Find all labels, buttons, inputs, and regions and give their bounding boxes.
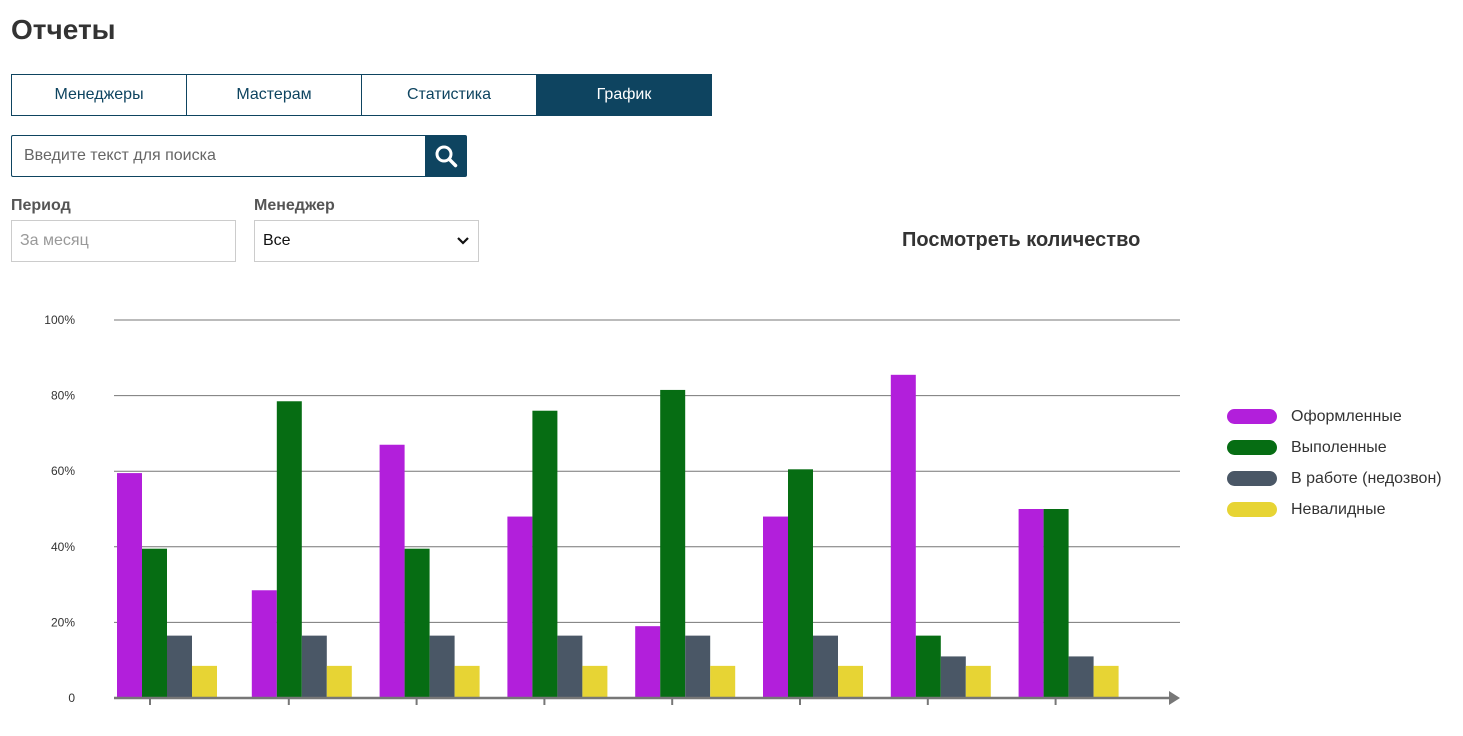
legend-swatch — [1227, 502, 1277, 517]
legend-label: Выполенные — [1291, 438, 1387, 456]
bar — [454, 665, 480, 698]
bar — [582, 665, 608, 698]
bar — [142, 548, 167, 698]
period-label: Период — [11, 197, 71, 214]
legend-label: Невалидные — [1291, 500, 1386, 518]
bar — [660, 389, 686, 698]
search-button[interactable] — [425, 135, 467, 177]
chevron-down-icon — [457, 237, 469, 245]
tab-chart[interactable]: График — [536, 74, 712, 116]
bar — [763, 516, 788, 698]
manager-select[interactable]: Все — [254, 220, 479, 262]
legend-swatch — [1227, 409, 1277, 424]
chart-legend: Оформленные Выполенные В работе (недозво… — [1227, 401, 1442, 525]
bar — [710, 665, 736, 698]
bar — [404, 548, 430, 698]
manager-label: Менеджер — [254, 197, 335, 214]
bar — [1018, 509, 1044, 698]
bar — [838, 665, 863, 698]
bar — [192, 665, 217, 698]
bar — [251, 590, 277, 698]
tab-managers[interactable]: Менеджеры — [11, 74, 187, 116]
bar — [635, 626, 661, 698]
bar — [915, 635, 941, 698]
bar — [1068, 656, 1094, 698]
bar — [167, 635, 192, 698]
bar — [685, 635, 711, 698]
y-tick-label: 20% — [51, 615, 75, 629]
legend-item: Оформленные — [1227, 401, 1442, 432]
search-input[interactable] — [11, 135, 425, 177]
tab-masters[interactable]: Мастерам — [186, 74, 362, 116]
y-tick-label: 60% — [51, 464, 75, 478]
view-count-title: Посмотреть количество — [902, 229, 1141, 251]
legend-item: В работе (недозвон) — [1227, 463, 1442, 494]
y-tick-label: 100% — [44, 313, 75, 327]
bar — [788, 469, 813, 698]
legend-swatch — [1227, 471, 1277, 486]
x-axis-arrow — [1169, 691, 1180, 705]
search-bar — [11, 135, 467, 177]
bar — [379, 444, 405, 698]
bar — [276, 401, 302, 698]
bar — [940, 656, 966, 698]
page-title: Отчеты — [11, 14, 116, 45]
bar-chart: 0 20% 40% 60% 80% 100% — [44, 313, 1180, 705]
bar — [429, 635, 455, 698]
y-tick-label: 80% — [51, 389, 75, 403]
bar — [557, 635, 583, 698]
search-icon — [435, 145, 458, 168]
legend-label: В работе (недозвон) — [1291, 469, 1442, 487]
legend-item: Невалидные — [1227, 494, 1442, 525]
bar — [890, 374, 916, 698]
bar — [813, 635, 838, 698]
bar — [1093, 665, 1119, 698]
bar — [1043, 509, 1069, 698]
bar — [532, 410, 558, 698]
report-tabs: Менеджеры Мастерам Статистика График — [11, 74, 712, 116]
legend-label: Оформленные — [1291, 407, 1402, 425]
bar — [301, 635, 327, 698]
tab-statistics[interactable]: Статистика — [361, 74, 537, 116]
bar — [326, 665, 352, 698]
y-tick-label: 0 — [68, 691, 75, 705]
bar — [507, 516, 533, 698]
legend-swatch — [1227, 440, 1277, 455]
y-tick-label: 40% — [51, 540, 75, 554]
bar — [117, 473, 142, 698]
legend-item: Выполенные — [1227, 432, 1442, 463]
manager-select-value: Все — [263, 232, 291, 249]
bar — [965, 665, 991, 698]
period-input[interactable] — [11, 220, 236, 262]
